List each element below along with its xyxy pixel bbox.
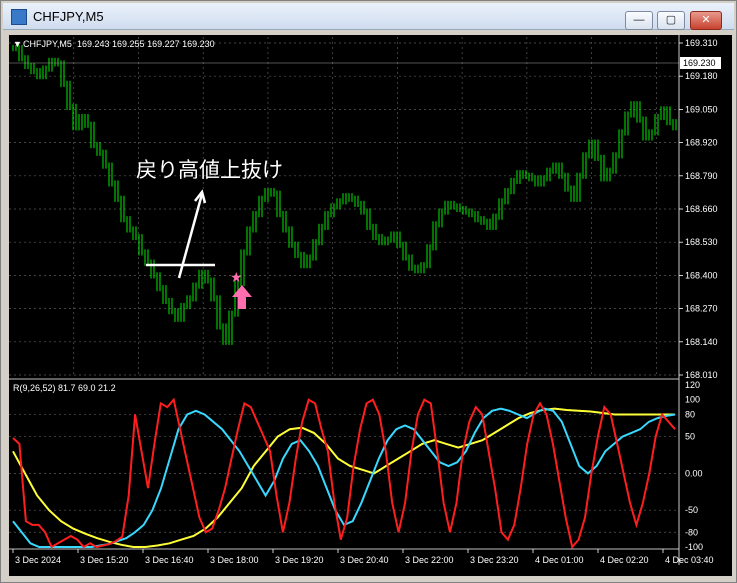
time-tick-label: 3 Dec 18:00 xyxy=(210,555,259,565)
entry-star-icon: ★ xyxy=(230,269,243,285)
price-tick-label: 169.050 xyxy=(685,104,718,114)
time-tick-label: 3 Dec 23:20 xyxy=(470,555,519,565)
title-bar[interactable]: CHFJPY,M5 — ▢ ✕ xyxy=(3,3,734,30)
price-axis: 169.310 169.180 169.050 168.920 168.790 168.6… xyxy=(678,35,718,565)
indicator-axis: 120 100 80 50 0.00 -50 -80 -100 xyxy=(685,380,703,552)
indicator-tick-label: -100 xyxy=(685,542,703,552)
current-price-label: 169.230 xyxy=(683,58,716,68)
price-tick-label: 168.920 xyxy=(685,138,718,148)
price-tick-label: 168.270 xyxy=(685,304,718,314)
chart-canvas[interactable]: ▼ CHFJPY,M5 169.243 169.255 169.227 169.… xyxy=(9,35,732,576)
price-tick-label: 168.010 xyxy=(685,370,718,380)
price-tick-label: 168.140 xyxy=(685,337,718,347)
indicator-tick-label: -80 xyxy=(685,527,698,537)
indicator-tick-label: 80 xyxy=(685,409,695,419)
time-tick-label: 4 Dec 03:40 xyxy=(665,555,714,565)
time-tick-label: 3 Dec 16:40 xyxy=(145,555,194,565)
chart-window-icon xyxy=(11,9,27,25)
time-tick-label: 3 Dec 2024 xyxy=(15,555,61,565)
time-tick-label: 3 Dec 20:40 xyxy=(340,555,389,565)
indicator-tick-label: 120 xyxy=(685,380,700,390)
time-tick-label: 3 Dec 22:00 xyxy=(405,555,454,565)
minimize-button[interactable]: — xyxy=(625,11,653,30)
indicator-tick-label: 100 xyxy=(685,395,700,405)
price-tick-label: 168.790 xyxy=(685,171,718,181)
indicator-grid xyxy=(9,414,679,533)
indicator-tick-label: -50 xyxy=(685,505,698,515)
indicator-label: R(9,26,52) 81.7 69.0 21.2 xyxy=(13,383,116,393)
close-button[interactable]: ✕ xyxy=(690,11,722,30)
time-tick-label: 4 Dec 02:20 xyxy=(600,555,649,565)
price-tick-label: 168.530 xyxy=(685,237,718,247)
chart-ohlc: 169.243 169.255 169.227 169.230 xyxy=(77,39,215,49)
time-tick-label: 3 Dec 15:20 xyxy=(80,555,129,565)
chart-area[interactable]: ▼ CHFJPY,M5 169.243 169.255 169.227 169.… xyxy=(9,35,732,576)
window-title: CHFJPY,M5 xyxy=(33,9,104,24)
indicator-tick-label: 50 xyxy=(685,432,695,442)
chart-symbol: CHFJPY,M5 xyxy=(23,39,72,49)
chart-grid xyxy=(9,37,679,376)
chart-window: CHFJPY,M5 — ▢ ✕ ▼ CHFJPY,M5 169.243 169.… xyxy=(0,0,737,583)
annotation-text: 戻り高値上抜け xyxy=(136,159,283,182)
indicator-tick-label: 0.00 xyxy=(685,468,703,478)
price-tick-label: 169.310 xyxy=(685,38,718,48)
price-bars xyxy=(12,45,677,345)
time-tick-label: 4 Dec 01:00 xyxy=(535,555,584,565)
time-axis: 3 Dec 2024 3 Dec 15:20 3 Dec 16:40 3 Dec 18… xyxy=(9,548,714,565)
price-tick-label: 168.660 xyxy=(685,204,718,214)
symbol-dropdown-icon[interactable]: ▼ xyxy=(13,39,22,49)
time-tick-label: 3 Dec 19:20 xyxy=(275,555,324,565)
maximize-button[interactable]: ▢ xyxy=(657,11,685,30)
price-tick-label: 168.400 xyxy=(685,270,718,280)
price-tick-label: 169.180 xyxy=(685,71,718,81)
